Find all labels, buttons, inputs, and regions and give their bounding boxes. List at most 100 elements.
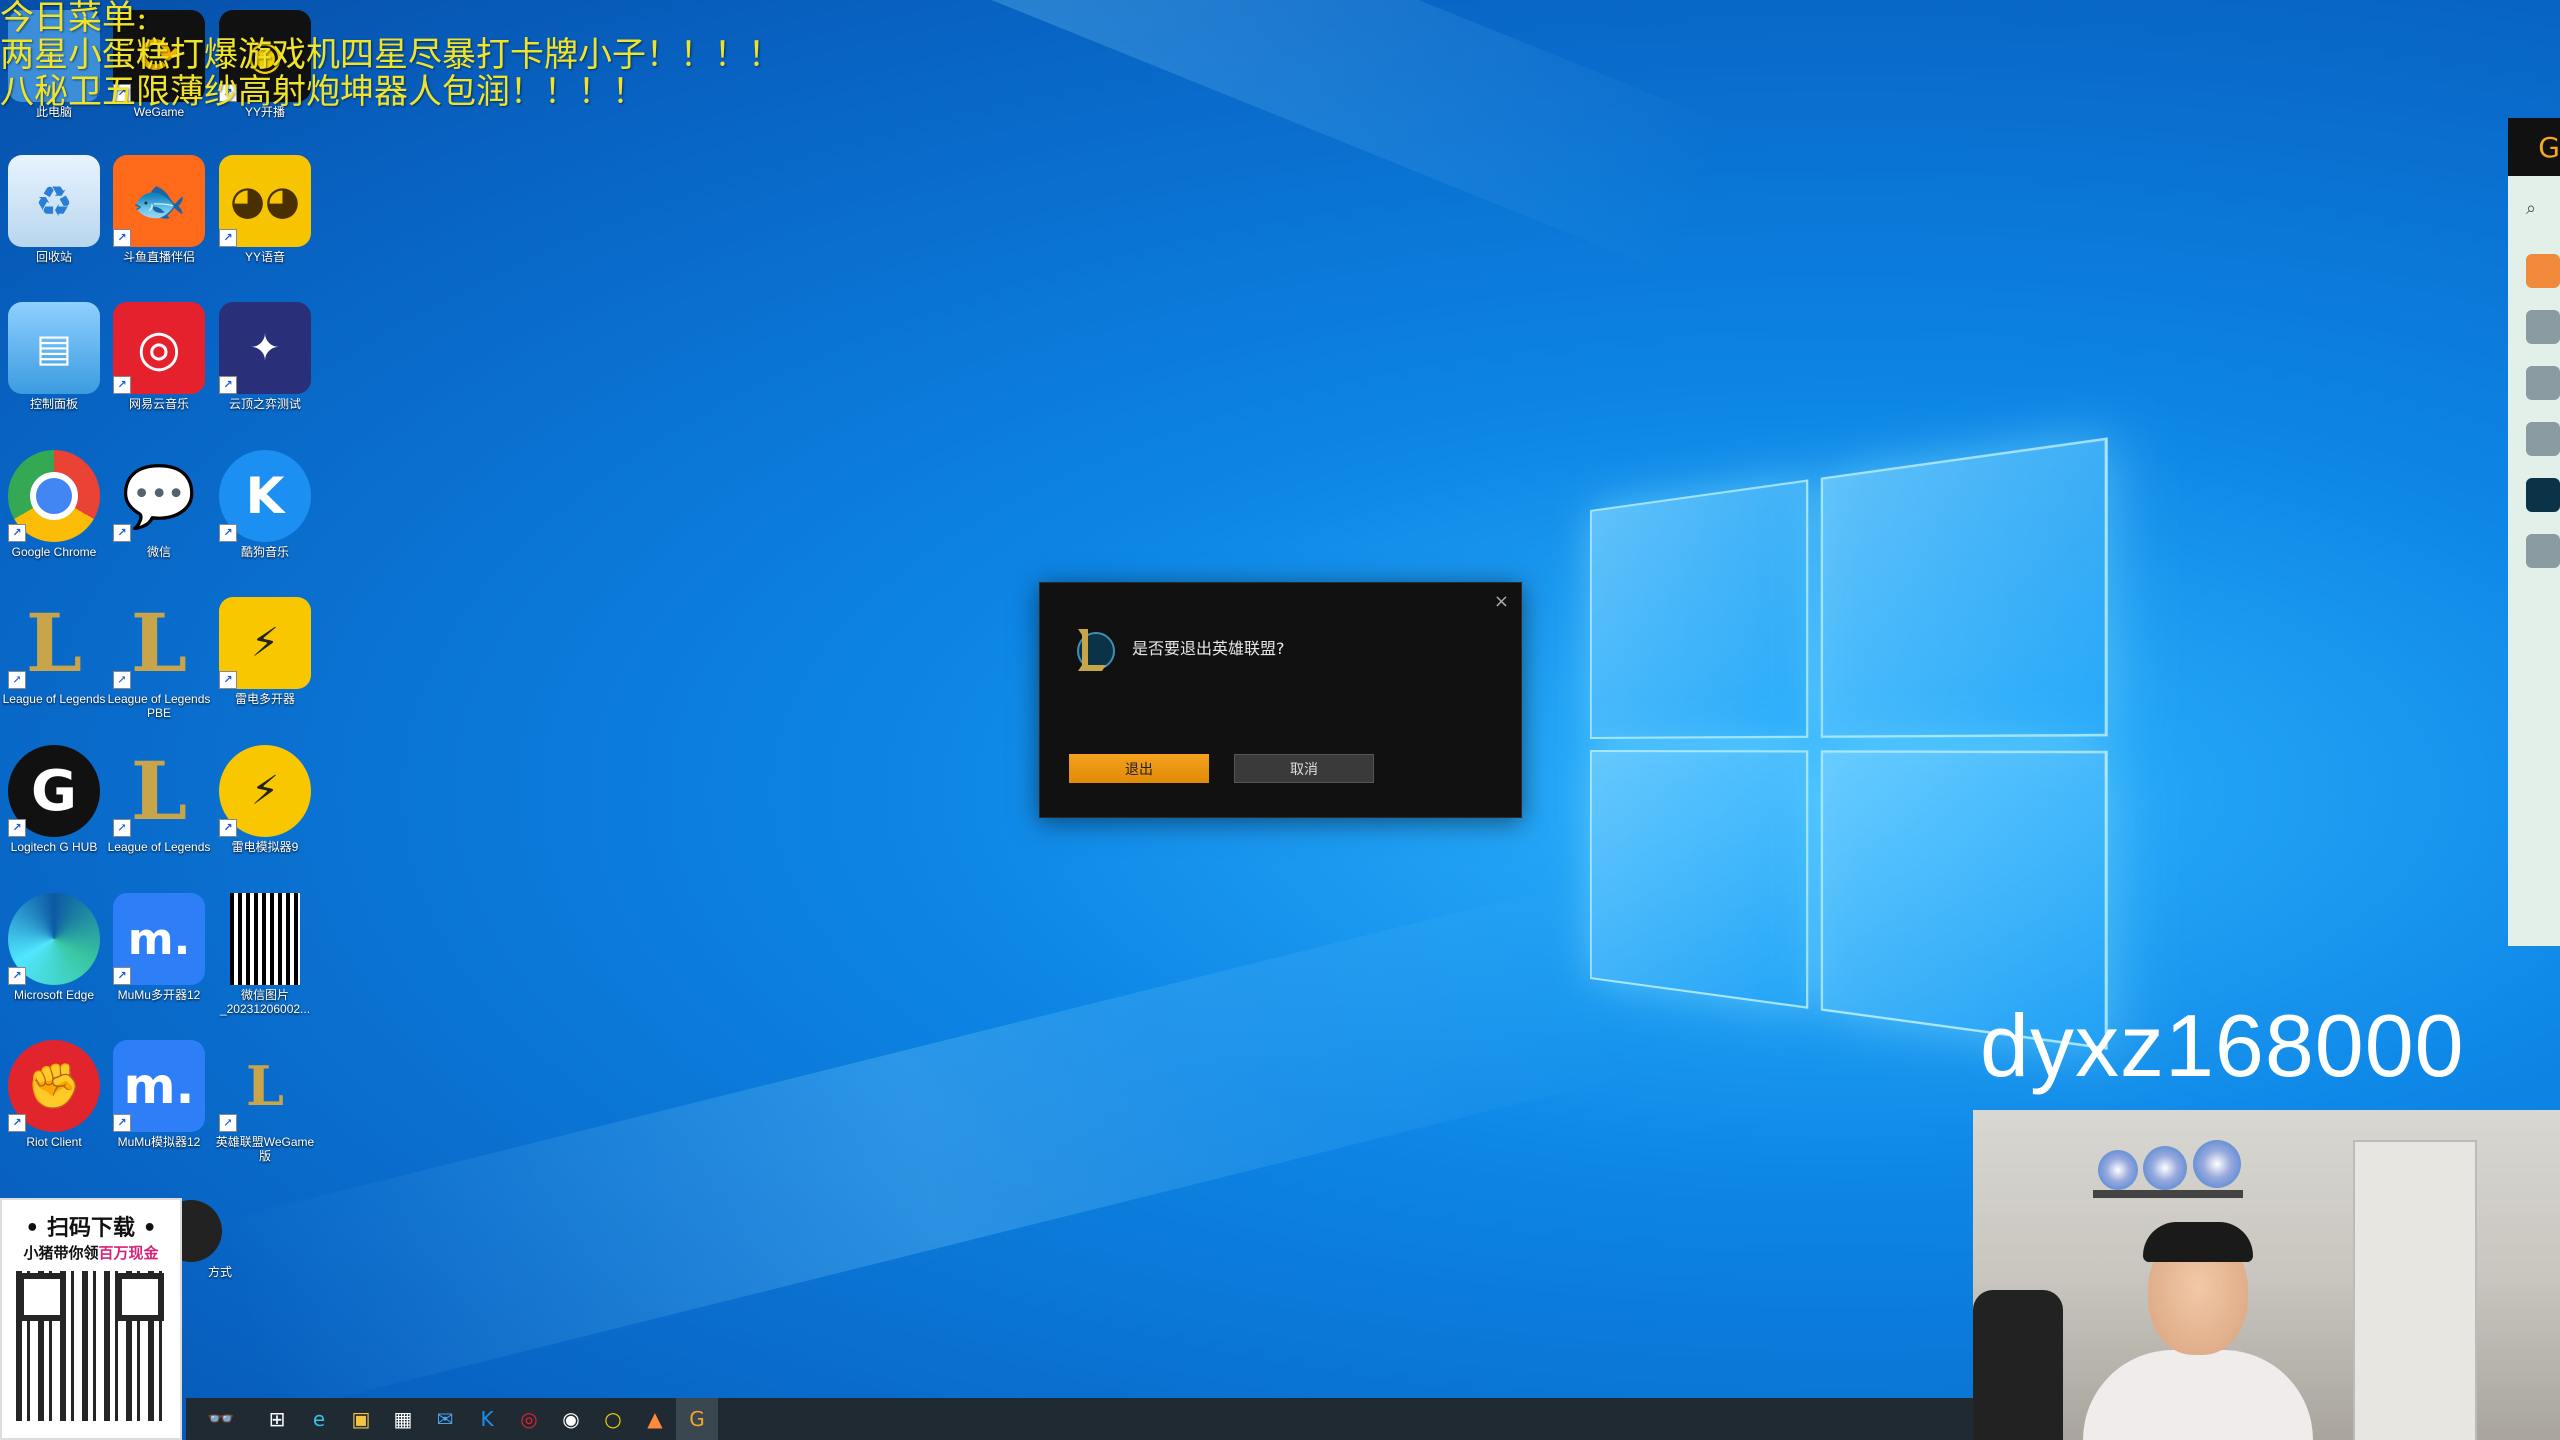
kugou-icon[interactable]: K: [466, 1398, 508, 1440]
desktop-icon-label: 云顶之弈测试: [228, 397, 301, 411]
desktop-icon-label: YY语音: [244, 250, 285, 264]
kugou-icon: K ↗: [219, 450, 311, 542]
riot-icon: ✊ ↗: [8, 1040, 100, 1132]
desktop-icon-label: League of Legends PBE: [107, 692, 211, 720]
mail-icon[interactable]: ✉: [424, 1398, 466, 1440]
taskbar: 👓 ⊞ e ▣ ▦ ✉ K ◎ ◉ ○ ▲ G: [186, 1398, 1973, 1440]
decoration: [2193, 1140, 2241, 1188]
decoration: [2143, 1146, 2187, 1190]
ldplayer-multi-icon: ⚡ ↗: [219, 597, 311, 689]
desktop-icon-lol-wegame[interactable]: L ↗ 英雄联盟WeGame版: [212, 1040, 318, 1163]
glasses-icon: 👓: [207, 1406, 235, 1432]
desktop-icon-wechat[interactable]: 💬 ↗ 微信: [106, 450, 212, 559]
person-hair: [2143, 1222, 2253, 1262]
desktop-icon-ldplayer[interactable]: ⚡ ↗ 雷电模拟器9: [212, 745, 318, 854]
lol-icon: L ↗: [113, 744, 205, 838]
desktop-icon-lol[interactable]: L ↗ League of Legends: [1, 596, 107, 706]
menu-line: 今日菜单:: [0, 0, 148, 38]
file-explorer-icon[interactable]: ▣: [340, 1398, 382, 1440]
desktop-icon-label: 回收站: [35, 250, 72, 264]
cancel-button[interactable]: 取消: [1234, 754, 1374, 783]
close-icon[interactable]: ×: [1494, 591, 1509, 612]
avatar[interactable]: [2526, 534, 2560, 568]
desktop-icon-lol-pbe[interactable]: L ↗ League of Legends PBE: [106, 596, 212, 720]
desktop-icon-tft[interactable]: ✦ ↗ 云顶之弈测试: [212, 302, 318, 411]
desktop-icon-label: 控制面板: [29, 397, 78, 411]
background-shelf: [2093, 1190, 2243, 1198]
avatar[interactable]: [2526, 422, 2560, 456]
league-logo-icon[interactable]: [2526, 478, 2560, 512]
tft-icon: ✦ ↗: [219, 302, 311, 394]
background-door: [2353, 1140, 2477, 1440]
qr-ad-subtitle-highlight: 百万现金: [98, 1244, 159, 1262]
desktop-icon-chrome[interactable]: ↗ Google Chrome: [1, 450, 107, 559]
yy-voice-icon: ◕◕ ↗: [219, 155, 311, 247]
desktop-icon-douyu[interactable]: 🐟 ↗ 斗鱼直播伴侣: [106, 155, 212, 264]
desktop-icon-lol-2[interactable]: L ↗ League of Legends: [106, 744, 212, 854]
streamer-watermark: dyxz168000: [1980, 996, 2465, 1095]
desktop-icon-kugou[interactable]: K ↗ 酷狗音乐: [212, 450, 318, 559]
desktop-icon-ldplayer-multi[interactable]: ⚡ ↗ 雷电多开器: [212, 597, 318, 706]
desktop-icon-label: 网易云音乐: [128, 397, 189, 411]
task-view-icon[interactable]: ⊞: [256, 1398, 298, 1440]
desktop-icon-label: Microsoft Edge: [13, 988, 95, 1002]
desktop-icon-label: League of Legends: [107, 840, 211, 854]
desktop-icon-control-panel[interactable]: ▤ 控制面板: [1, 302, 107, 411]
desktop-icon-label: 雷电多开器: [234, 692, 295, 706]
desktop-icon-edge[interactable]: ↗ Microsoft Edge: [1, 893, 107, 1002]
decoration: [2098, 1150, 2138, 1190]
webcam-feed: [1973, 1110, 2560, 1440]
exit-dialog: × 是否要退出英雄联盟? 退出 取消: [1039, 582, 1522, 818]
person-body: [2083, 1350, 2313, 1440]
side-panel: G ⌕: [2508, 118, 2560, 946]
qr-code: [16, 1271, 166, 1421]
desktop-icon-riot[interactable]: ✊ ↗ Riot Client: [1, 1040, 107, 1149]
desktop-icon-netease-music[interactable]: ◎ ↗ 网易云音乐: [106, 302, 212, 411]
control-panel-icon: ▤: [8, 302, 100, 394]
qr-image-icon: [230, 893, 300, 985]
ldplayer-icon: ⚡ ↗: [219, 745, 311, 837]
windows-logo: [1590, 433, 2140, 1062]
store-icon[interactable]: ▦: [382, 1398, 424, 1440]
netease-music-icon[interactable]: ◎: [508, 1398, 550, 1440]
qr-ad-title: • 扫码下载 •: [25, 1216, 157, 1241]
wegame-icon[interactable]: ○: [592, 1398, 634, 1440]
wegame-icon[interactable]: G: [2508, 118, 2560, 176]
mumu-icon: m. ↗: [113, 1040, 205, 1132]
desktop-icon-label: 斗鱼直播伴侣: [122, 250, 195, 264]
wechat-icon: 💬 ↗: [113, 450, 205, 542]
app-icon[interactable]: [2526, 254, 2560, 288]
exit-button[interactable]: 退出: [1069, 754, 1209, 783]
desktop-icon-label: 英雄联盟WeGame版: [215, 1135, 315, 1163]
desktop-icon-label: MuMu模拟器12: [117, 1135, 201, 1149]
desktop-icon-label: Riot Client: [26, 1135, 82, 1149]
desktop-icon-recycle-bin[interactable]: ♻ 回收站: [1, 155, 107, 264]
menu-line: 两星小蛋糕打爆游戏机四星尽暴打卡牌小子！！！！: [0, 35, 782, 75]
lol-icon: L ↗: [8, 596, 100, 690]
qr-ad-panel[interactable]: • 扫码下载 • 小猪带你领百万现金: [0, 1198, 182, 1440]
desktop-icon-logitech[interactable]: G ↗ Logitech G HUB: [1, 745, 107, 854]
avatar[interactable]: [2526, 366, 2560, 400]
mumu-multi-icon: m. ↗: [113, 893, 205, 985]
league-logo-icon: [1077, 629, 1115, 671]
desktop-icon-label: 微信: [146, 545, 171, 559]
desktop-icon-label: 雷电模拟器9: [231, 840, 299, 854]
chrome-icon: ↗: [8, 450, 100, 542]
chair: [1973, 1290, 2063, 1440]
light-beam: [217, 882, 1625, 1416]
desktop-icon-yy-voice[interactable]: ◕◕ ↗ YY语音: [212, 155, 318, 264]
desktop-icon-mumu-multi[interactable]: m. ↗ MuMu多开器12: [106, 893, 212, 1002]
desktop-icon-qr-image[interactable]: 微信图片_20231206002...: [212, 893, 318, 1016]
desktop-icon-label: 微信图片_20231206002...: [219, 988, 311, 1016]
desktop-icon-mumu[interactable]: m. ↗ MuMu模拟器12: [106, 1040, 212, 1149]
edge-icon: ↗: [8, 893, 100, 985]
douyu-icon[interactable]: ▲: [634, 1398, 676, 1440]
stream-menu-overlay: 今日菜单: 两星小蛋糕打爆游戏机四星尽暴打卡牌小子！！！！ 八秘卫五限薄纱高射炮…: [0, 0, 782, 111]
edge-icon[interactable]: e: [298, 1398, 340, 1440]
menu-line: 八秘卫五限薄纱高射炮坤器人包润！！！！: [0, 72, 646, 112]
avatar[interactable]: [2526, 310, 2560, 344]
logitech-icon[interactable]: G: [676, 1398, 718, 1440]
obs-icon[interactable]: ◉: [550, 1398, 592, 1440]
search-icon[interactable]: ⌕: [2526, 198, 2560, 232]
lol-wegame-icon: L ↗: [219, 1040, 311, 1132]
